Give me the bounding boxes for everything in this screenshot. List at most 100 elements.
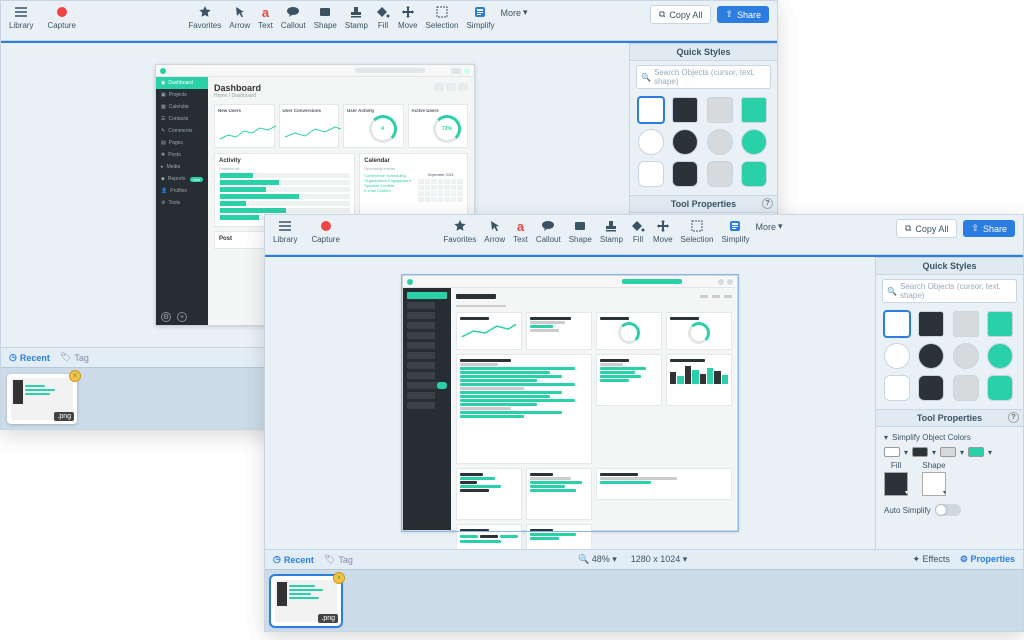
ext-badge: .png xyxy=(318,614,338,623)
close-icon[interactable]: × xyxy=(69,370,81,382)
swatch[interactable] xyxy=(953,311,979,337)
copy-all-button[interactable]: ⧉Copy All xyxy=(896,219,957,238)
swatch[interactable] xyxy=(741,161,767,187)
tag-tab[interactable]: 🏷Tag xyxy=(324,554,353,565)
tag-icon: 🏷 xyxy=(60,352,71,363)
tool-callout[interactable]: Callout xyxy=(536,219,561,244)
swatch[interactable] xyxy=(918,343,944,369)
recent-tab[interactable]: ◷Recent xyxy=(273,554,314,565)
tool-favorites[interactable]: Favorites xyxy=(443,219,476,244)
tool-stamp[interactable]: Stamp xyxy=(345,5,368,30)
capture-tray: .png × xyxy=(265,569,1023,631)
tool-selection[interactable]: Selection xyxy=(426,5,459,30)
auto-simplify-label: Auto Simplify xyxy=(884,506,931,515)
swatch[interactable] xyxy=(884,343,910,369)
auto-simplify-toggle[interactable] xyxy=(935,504,961,516)
ext-badge: .png xyxy=(54,412,74,421)
tool-stamp[interactable]: Stamp xyxy=(600,219,623,244)
record-icon xyxy=(55,5,69,19)
swatch[interactable] xyxy=(741,129,767,155)
search-objects-input[interactable]: 🔍Search Objects (cursor, text, shape) xyxy=(636,65,771,89)
nav-item: 👤Profiles xyxy=(156,185,208,197)
tool-arrow[interactable]: Arrow xyxy=(229,5,250,30)
zoom-control[interactable]: 🔍 48% ▾ xyxy=(578,554,617,565)
swatch[interactable] xyxy=(953,343,979,369)
swatch[interactable] xyxy=(953,375,979,401)
swatch[interactable] xyxy=(638,97,664,123)
tool-text[interactable]: aText xyxy=(258,5,273,30)
tray-thumbnail[interactable]: .png × xyxy=(271,576,341,626)
swatch[interactable] xyxy=(672,129,698,155)
palette-color[interactable] xyxy=(968,447,984,457)
nav-item: ✎Comments xyxy=(156,125,208,137)
share-button[interactable]: ⇧Share xyxy=(963,220,1015,237)
tool-move[interactable]: Move xyxy=(398,5,418,30)
tool-fill[interactable]: Fill xyxy=(376,5,390,30)
canvas-dimensions[interactable]: 1280 x 1024 ▾ xyxy=(631,554,688,565)
capture-button[interactable]: Capture xyxy=(47,5,75,30)
swatch[interactable] xyxy=(707,161,733,187)
shape-well[interactable]: ▾ xyxy=(922,472,946,496)
tool-shape[interactable]: Shape xyxy=(314,5,337,30)
tool-fill[interactable]: Fill xyxy=(631,219,645,244)
share-button[interactable]: ⇧Share xyxy=(717,6,769,23)
card-activity: User Activity4 xyxy=(343,104,404,148)
copy-all-button[interactable]: ⧉Copy All xyxy=(650,5,711,24)
swatch[interactable] xyxy=(987,375,1013,401)
library-button[interactable]: Library xyxy=(9,5,33,30)
capture-button[interactable]: Capture xyxy=(311,219,339,244)
simplify-icon xyxy=(473,5,487,19)
tool-text[interactable]: aText xyxy=(513,219,528,244)
palette-color[interactable] xyxy=(884,447,900,457)
fill-label: Fill xyxy=(891,461,901,470)
recent-tab[interactable]: ◷Recent xyxy=(9,352,50,363)
swatch[interactable] xyxy=(672,161,698,187)
tool-simplify[interactable]: Simplify xyxy=(466,5,494,30)
wand-icon: ✦ xyxy=(912,554,920,564)
tool-favorites[interactable]: Favorites xyxy=(188,5,221,30)
toolbar: Library Capture Favorites Arrow aText Ca… xyxy=(1,1,777,41)
properties-button[interactable]: ⚙ Properties xyxy=(960,554,1015,565)
dashboard-sidebar: ◉Dashboard ▣Projects ▦Calendar ☰Contacts… xyxy=(156,77,208,325)
search-objects-input[interactable]: 🔍Search Objects (cursor, text, shape) xyxy=(882,279,1017,303)
swatch[interactable] xyxy=(918,375,944,401)
tool-simplify[interactable]: Simplify xyxy=(721,219,749,244)
simplify-colors-section[interactable]: ▾Simplify Object Colors xyxy=(884,431,1015,444)
swatch[interactable] xyxy=(638,129,664,155)
capture-preview-simplified xyxy=(402,275,738,531)
swatch[interactable] xyxy=(638,161,664,187)
nav-item: ▤Pages xyxy=(156,137,208,149)
tool-arrow[interactable]: Arrow xyxy=(484,219,505,244)
palette-color[interactable] xyxy=(912,447,928,457)
tool-callout[interactable]: Callout xyxy=(281,5,306,30)
swatch[interactable] xyxy=(884,311,910,337)
tool-selection[interactable]: Selection xyxy=(681,219,714,244)
tool-shape[interactable]: Shape xyxy=(569,219,592,244)
swatch[interactable] xyxy=(918,311,944,337)
tray-thumbnail[interactable]: .png × xyxy=(7,374,77,424)
more-menu[interactable]: More▾ xyxy=(755,221,782,232)
right-sidebar: Quick Styles 🔍Search Objects (cursor, te… xyxy=(875,257,1023,549)
library-button[interactable]: Library xyxy=(273,219,297,244)
close-icon[interactable]: × xyxy=(333,572,345,584)
nav-item: ◆Reportsnew xyxy=(156,173,208,185)
fill-icon xyxy=(631,219,645,233)
swatch[interactable] xyxy=(741,97,767,123)
tool-move[interactable]: Move xyxy=(653,219,673,244)
more-menu[interactable]: More▾ xyxy=(500,7,527,18)
swatch[interactable] xyxy=(987,343,1013,369)
help-icon[interactable]: ? xyxy=(1008,412,1019,423)
help-icon[interactable]: ? xyxy=(762,198,773,209)
quick-styles-swatches xyxy=(876,307,1023,409)
swatch[interactable] xyxy=(672,97,698,123)
swatch[interactable] xyxy=(707,97,733,123)
gear-icon: ⚙ xyxy=(960,554,968,564)
swatch[interactable] xyxy=(884,375,910,401)
canvas[interactable] xyxy=(265,257,875,549)
tag-tab[interactable]: 🏷Tag xyxy=(60,352,89,363)
swatch[interactable] xyxy=(987,311,1013,337)
palette-color[interactable] xyxy=(940,447,956,457)
fill-well[interactable]: ▾ xyxy=(884,472,908,496)
effects-button[interactable]: ✦ Effects xyxy=(912,554,949,565)
swatch[interactable] xyxy=(707,129,733,155)
